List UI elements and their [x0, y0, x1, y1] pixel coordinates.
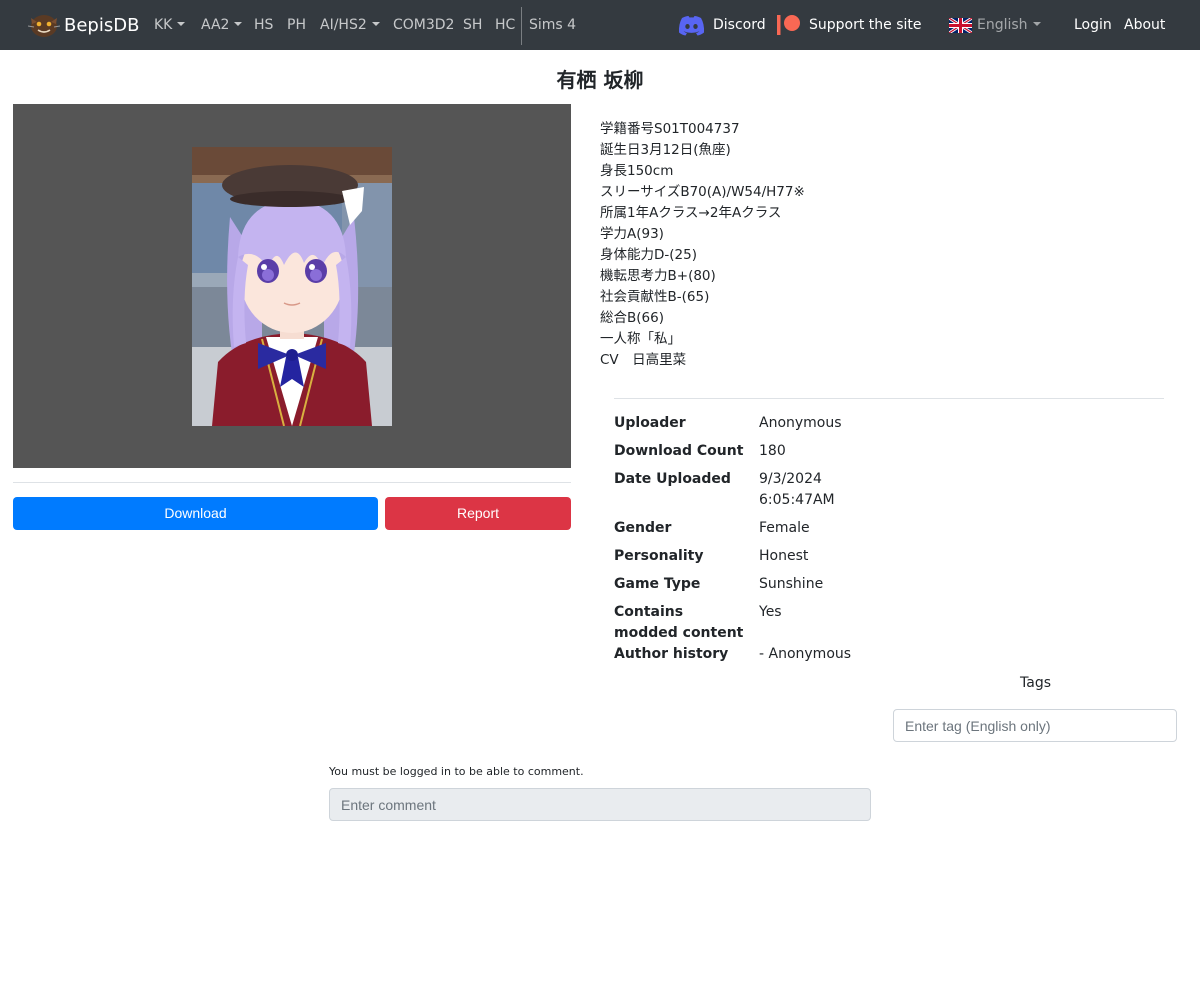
nav-hc-link[interactable]: HC	[495, 0, 515, 50]
uk-flag-icon	[948, 16, 973, 35]
nav-sims4-label: Sims 4	[529, 17, 577, 33]
info-label: Uploader	[614, 415, 686, 431]
report-button[interactable]: Report	[385, 497, 571, 530]
tags-heading: Tags	[1020, 675, 1051, 691]
description-line: 誕生日3月12日(魚座)	[600, 142, 731, 158]
nav-hc-label: HC	[495, 17, 516, 33]
nav-sh-label: SH	[463, 17, 483, 33]
download-count-value: 180	[759, 443, 786, 459]
description-line: 学籍番号S01T004737	[600, 121, 740, 137]
time-value: 6:05:47AM	[759, 492, 835, 508]
discord-link[interactable]: Discord	[713, 0, 766, 50]
info-label: Contains modded content	[614, 602, 754, 644]
navbar: BepisDB KK AA2 HS PH AI/HS2 COM3D2 SH HC…	[0, 0, 1200, 50]
patreon-icon[interactable]	[777, 15, 801, 35]
description-line: 所属1年Aクラス→2年Aクラス	[600, 205, 782, 221]
nav-ph-label: PH	[287, 17, 306, 33]
description-line: 学力A(93)	[600, 226, 664, 242]
description-line: 一人称「私」	[600, 331, 681, 347]
modded-label-line2: modded content	[614, 625, 744, 641]
info-label: Author history	[614, 646, 729, 662]
gender-value: Female	[759, 520, 810, 536]
uploader-value: Anonymous	[759, 415, 842, 431]
caret-down-icon	[1032, 22, 1041, 26]
author-history-value[interactable]: - Anonymous	[759, 644, 959, 665]
description-line: 総合B(66)	[600, 310, 664, 326]
modded-value: Yes	[759, 604, 782, 620]
about-link[interactable]: About	[1124, 0, 1165, 50]
nav-com3d2-link[interactable]: COM3D2	[393, 0, 454, 50]
caret-down-icon	[177, 22, 186, 26]
description-line: 機転思考力B+(80)	[600, 268, 716, 284]
description-line: 身体能力D-(25)	[600, 247, 697, 263]
brand-name: BepisDB	[64, 14, 140, 36]
divider	[614, 398, 1164, 399]
description-line: スリーサイズB70(A)/W54/H77※	[600, 184, 805, 200]
caret-down-icon	[371, 22, 380, 26]
download-button[interactable]: Download	[13, 497, 378, 530]
nav-ph-link[interactable]: PH	[287, 0, 306, 50]
bepis-logo-icon	[27, 12, 61, 38]
divider	[13, 482, 571, 483]
description-line: 社会貢献性B-(65)	[600, 289, 710, 305]
nav-kk-label: KK	[154, 17, 173, 33]
personality-value: Honest	[759, 548, 809, 564]
modded-label-line1: Contains	[614, 604, 684, 620]
date-uploaded-value: 9/3/2024 6:05:47AM	[759, 469, 959, 511]
nav-kk-dropdown[interactable]: KK	[154, 0, 186, 50]
comment-input[interactable]	[329, 788, 871, 821]
nav-aa2-dropdown[interactable]: AA2	[201, 0, 243, 50]
tag-input[interactable]	[893, 709, 1177, 742]
card-title: 有栖 坂柳	[556, 68, 644, 92]
card-image-panel	[13, 104, 571, 468]
game-type-value: Sunshine	[759, 576, 824, 592]
language-dropdown[interactable]: English	[977, 0, 1041, 50]
support-link[interactable]: Support the site	[809, 0, 922, 50]
caret-down-icon	[234, 22, 243, 26]
nav-com3d2-label: COM3D2	[393, 17, 455, 33]
login-required-note: You must be logged in to be able to comm…	[329, 765, 584, 778]
nav-aihs2-label: AI/HS2	[320, 17, 367, 33]
description-line: CV 日高里菜	[600, 352, 687, 368]
nav-aihs2-dropdown[interactable]: AI/HS2	[320, 0, 380, 50]
card-description: 学籍番号S01T004737 誕生日3月12日(魚座) 身長150cm スリーサ…	[600, 119, 805, 371]
login-link[interactable]: Login	[1074, 0, 1112, 50]
character-card-image	[192, 147, 392, 426]
brand-link[interactable]: BepisDB	[27, 10, 140, 40]
nav-hs-link[interactable]: HS	[254, 0, 273, 50]
info-label: Date Uploaded	[614, 471, 731, 487]
nav-divider	[521, 7, 522, 45]
info-label: Personality	[614, 548, 704, 564]
nav-hs-label: HS	[254, 17, 274, 33]
discord-icon[interactable]	[678, 15, 705, 36]
info-label: Gender	[614, 520, 672, 536]
info-label: Download Count	[614, 443, 744, 459]
date-value: 9/3/2024	[759, 471, 822, 487]
description-line: 身長150cm	[600, 163, 674, 179]
nav-sh-link[interactable]: SH	[463, 0, 482, 50]
nav-sims4-link[interactable]: Sims 4	[529, 0, 576, 50]
language-label: English	[977, 17, 1028, 33]
nav-aa2-label: AA2	[201, 17, 230, 33]
info-label: Game Type	[614, 576, 701, 592]
